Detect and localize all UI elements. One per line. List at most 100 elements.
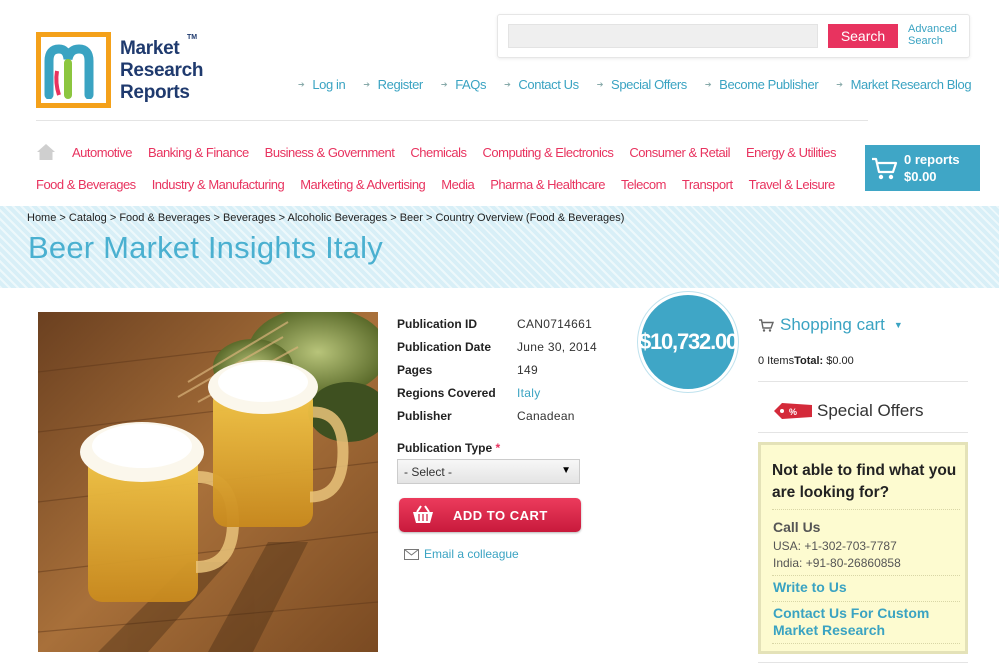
category-nav-row1: Automotive Banking & Finance Business & … — [72, 145, 836, 160]
publication-type-select[interactable]: - Select - ▼ — [397, 459, 580, 484]
publication-type-label: Publication Type * — [397, 441, 500, 455]
category-food-beverages[interactable]: Food & Beverages — [36, 177, 136, 192]
arrow-icon: ➔ — [704, 80, 712, 89]
shopping-cart-toggle[interactable]: Shopping cart ▼ — [758, 315, 903, 335]
detail-row-publication-date: Publication Date June 30, 2014 — [397, 335, 597, 358]
special-offers-link[interactable]: % Special Offers — [772, 401, 923, 421]
special-offers-label: Special Offers — [817, 401, 924, 420]
publication-type-text: Publication Type — [397, 441, 493, 455]
cart-items-count: 0 Items — [758, 355, 795, 367]
special-offers-label: Special Offers — [611, 77, 687, 92]
advanced-search-link[interactable]: Advanced Search — [908, 23, 957, 47]
email-colleague-label: Email a colleague — [424, 547, 519, 561]
home-icon[interactable] — [36, 143, 56, 161]
sidebar-divider — [758, 381, 968, 382]
help-title: Not able to find what you are looking fo… — [772, 462, 957, 501]
arrow-icon: ➔ — [298, 80, 305, 89]
cart-report-count: 0 reports — [904, 152, 960, 167]
blog-label: Market Research Blog — [850, 77, 972, 92]
publication-id-value: CAN0714661 — [517, 316, 593, 331]
chevron-down-icon: ▼ — [893, 320, 903, 330]
advanced-search-line1: Advanced — [908, 23, 957, 35]
faqs-label: FAQs — [455, 77, 487, 92]
category-transport[interactable]: Transport — [682, 177, 733, 192]
category-consumer-retail[interactable]: Consumer & Retail — [629, 145, 730, 160]
logo-mark-icon — [36, 32, 111, 108]
help-box: Not able to find what you are looking fo… — [758, 442, 968, 654]
search-panel: Search Advanced Search — [497, 14, 970, 58]
become-publisher-link[interactable]: ➔ Become Publisher — [704, 77, 819, 92]
publication-type-selected: - Select - — [404, 465, 453, 479]
title-banner: Home > Catalog > Food & Beverages > Beve… — [0, 206, 999, 288]
page: { "brand": { "logo_text": "Market Resear… — [0, 0, 999, 665]
help-divider — [772, 575, 960, 576]
category-telecom[interactable]: Telecom — [621, 177, 666, 192]
publication-id-label: Publication ID — [397, 316, 478, 331]
category-industry-manufacturing[interactable]: Industry & Manufacturing — [152, 177, 285, 192]
percent-tag-icon: % — [774, 403, 812, 419]
login-link[interactable]: ➔ Log in — [298, 77, 346, 92]
category-automotive[interactable]: Automotive — [72, 145, 133, 160]
breadcrumb[interactable]: Home > Catalog > Food & Beverages > Beve… — [27, 212, 624, 224]
site-logo[interactable]: Market Research Reports TM — [36, 32, 216, 112]
become-publisher-label: Become Publisher — [719, 77, 819, 92]
category-computing-electronics[interactable]: Computing & Electronics — [483, 145, 614, 160]
arrow-icon: ➔ — [363, 80, 370, 89]
category-marketing-advertising[interactable]: Marketing & Advertising — [300, 177, 426, 192]
publisher-label: Publisher — [397, 408, 452, 423]
header-cart-summary[interactable]: 0 reports $0.00 — [865, 145, 980, 191]
header-divider — [36, 120, 868, 121]
logo-wordmark: Market Research Reports — [120, 38, 204, 103]
custom-research-link[interactable]: Contact Us For Custom Market Research — [773, 605, 963, 639]
regions-label: Regions Covered — [397, 385, 496, 400]
price-badge: $10,732.00 — [638, 292, 738, 392]
search-input[interactable] — [508, 24, 818, 48]
cart-total-label: Total: — [794, 355, 824, 367]
register-label: Register — [377, 77, 424, 92]
help-divider — [772, 643, 960, 644]
page-title: Beer Market Insights Italy — [28, 230, 383, 265]
svg-text:%: % — [789, 407, 797, 417]
category-chemicals[interactable]: Chemicals — [410, 145, 467, 160]
pages-label: Pages — [397, 362, 433, 377]
special-offers-link[interactable]: ➔ Special Offers — [597, 77, 688, 92]
email-colleague-link[interactable]: Email a colleague — [404, 547, 519, 561]
sidebar-divider — [758, 432, 968, 433]
advanced-search-line2: Search — [908, 35, 943, 47]
category-travel-leisure[interactable]: Travel & Leisure — [749, 177, 836, 192]
publication-date-value: June 30, 2014 — [517, 339, 597, 354]
detail-row-regions: Regions Covered Italy — [397, 381, 597, 404]
regions-link[interactable]: Italy — [517, 386, 541, 400]
product-details: Publication ID CAN0714661 Publication Da… — [397, 312, 597, 427]
publication-date-label: Publication Date — [397, 339, 492, 354]
cart-amount: $0.00 — [904, 169, 937, 184]
add-to-cart-label: ADD TO CART — [453, 507, 548, 523]
contact-us-link[interactable]: ➔ Contact Us — [504, 77, 579, 92]
phone-india: India: +91-80-26860858 — [773, 556, 901, 570]
shopping-cart-label: Shopping cart — [780, 315, 885, 334]
cart-icon — [872, 157, 898, 180]
category-media[interactable]: Media — [441, 177, 474, 192]
login-label: Log in — [312, 77, 346, 92]
add-to-cart-button[interactable]: ADD TO CART — [399, 498, 581, 532]
category-pharma-healthcare[interactable]: Pharma & Healthcare — [490, 177, 605, 192]
chevron-down-icon: ▼ — [561, 465, 571, 476]
category-business-government[interactable]: Business & Government — [265, 145, 395, 160]
search-button[interactable]: Search — [828, 24, 898, 48]
cart-total: 0 ItemsTotal: $0.00 — [758, 355, 854, 367]
arrow-icon: ➔ — [836, 80, 843, 89]
contact-us-label: Contact Us — [518, 77, 579, 92]
category-banking-finance[interactable]: Banking & Finance — [148, 145, 249, 160]
detail-row-publication-id: Publication ID CAN0714661 — [397, 312, 597, 335]
mail-icon — [404, 548, 419, 560]
sidebar-divider — [758, 662, 968, 663]
top-nav: ➔ Log in ➔ Register ➔ FAQs ➔ Contact Us ➔ Spe… — [298, 77, 972, 92]
category-energy-utilities[interactable]: Energy & Utilities — [746, 145, 836, 160]
write-to-us-link[interactable]: Write to Us — [773, 579, 847, 596]
faqs-link[interactable]: ➔ FAQs — [441, 77, 487, 92]
arrow-icon: ➔ — [504, 80, 511, 89]
register-link[interactable]: ➔ Register — [363, 77, 423, 92]
blog-link[interactable]: ➔ Market Research Blog — [836, 77, 971, 92]
category-nav-row2: Food & Beverages Industry & Manufacturin… — [36, 177, 835, 192]
help-divider — [772, 509, 960, 510]
